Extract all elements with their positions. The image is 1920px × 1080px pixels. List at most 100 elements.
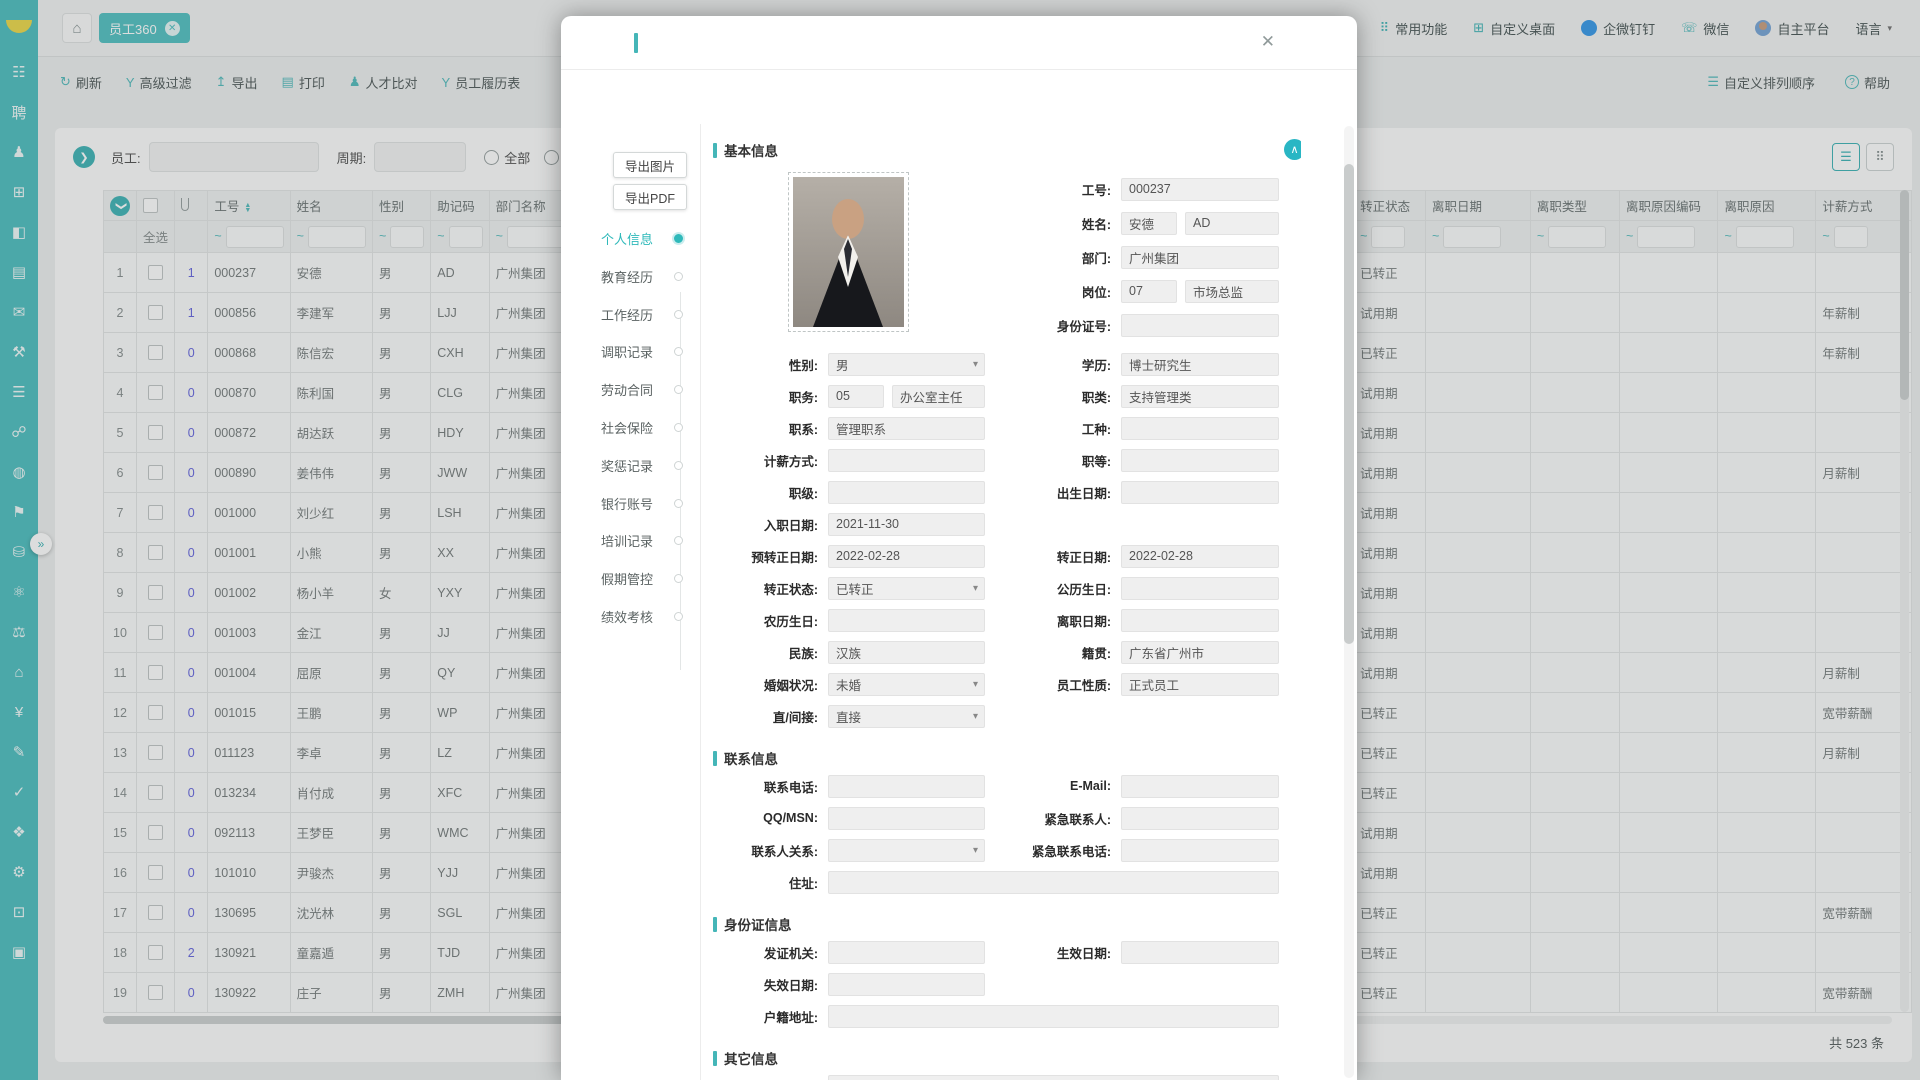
field-紧急联系电话-field[interactable] [1121, 839, 1279, 862]
field-label: 生效日期: [985, 943, 1121, 962]
nav-dot-icon [674, 272, 683, 281]
field-民族-field[interactable]: 汉族 [828, 641, 985, 664]
field-预转正日期-field[interactable]: 2022-02-28 [828, 545, 985, 568]
field-计薪方式-field[interactable] [828, 449, 985, 472]
field-岗位-2[interactable]: 市场总监 [1185, 280, 1279, 303]
field-E-Mail-field[interactable] [1121, 775, 1279, 798]
field-职系-field[interactable]: 管理职系 [828, 417, 985, 440]
field-联系电话-field[interactable] [828, 775, 985, 798]
field-转正日期-field[interactable]: 2022-02-28 [1121, 545, 1279, 568]
modal-nav-工作经历[interactable]: 工作经历 [601, 305, 701, 324]
field-label: 部门: [985, 248, 1121, 267]
field-户籍地址-field[interactable] [828, 1005, 1279, 1028]
field-住址-field[interactable] [828, 871, 1279, 894]
field-职务-field[interactable]: 办公室主任 [892, 385, 985, 408]
field-学历-field[interactable]: 博士研究生 [1121, 353, 1279, 376]
field-label: 公历生日: [985, 579, 1121, 598]
field-生效日期-field[interactable] [1121, 941, 1279, 964]
field-label: 联系人关系: [713, 841, 828, 860]
nav-dot-icon [674, 574, 683, 583]
field-性别-select[interactable]: 男 [828, 353, 985, 376]
field-入职日期-field[interactable]: 2021-11-30 [828, 513, 985, 536]
modal-header: ✕ [561, 16, 1357, 70]
field-label: 农历生日: [713, 611, 828, 630]
field-职务-code-field[interactable]: 05 [828, 385, 884, 408]
modal-nav-label: 个人信息 [601, 229, 653, 248]
field-label: 姓名: [985, 214, 1121, 233]
modal-nav-label: 绩效考核 [601, 607, 653, 626]
field-备注-field[interactable] [828, 1075, 1279, 1080]
field-发证机关-field[interactable] [828, 941, 985, 964]
modal-scrollbar[interactable] [1344, 126, 1354, 1078]
field-职类-field[interactable]: 支持管理类 [1121, 385, 1279, 408]
field-label: 婚姻状况: [713, 675, 828, 694]
form-row: 婚姻状况:未婚员工性质:正式员工 [713, 668, 1301, 700]
section-header-联系信息: 联系信息 [713, 746, 1301, 770]
modal-nav-label: 社会保险 [601, 418, 653, 437]
field-label: 职级: [713, 483, 828, 502]
field-QQ/MSN-field[interactable] [828, 807, 985, 830]
nav-dot-icon [674, 385, 683, 394]
field-label: 职系: [713, 419, 828, 438]
field-label: 住址: [713, 873, 828, 892]
field-直/间接-select[interactable]: 直接 [828, 705, 985, 728]
field-身份证号[interactable] [1121, 314, 1279, 337]
section-title: 身份证信息 [724, 914, 792, 934]
modal-nav-社会保险[interactable]: 社会保险 [601, 418, 701, 437]
field-紧急联系人-field[interactable] [1121, 807, 1279, 830]
modal-nav-教育经历[interactable]: 教育经历 [601, 267, 701, 286]
field-联系人关系-select[interactable] [828, 839, 985, 862]
modal-close-icon[interactable]: ✕ [1261, 32, 1275, 52]
field-职级-field[interactable] [828, 481, 985, 504]
modal-nav-个人信息[interactable]: 个人信息 [601, 229, 701, 248]
field-label: 工号: [985, 180, 1121, 199]
nav-dot-icon [674, 461, 683, 470]
field-出生日期-field[interactable] [1121, 481, 1279, 504]
field-工号[interactable]: 000237 [1121, 178, 1279, 201]
field-离职日期-field[interactable] [1121, 609, 1279, 632]
modal-nav-绩效考核[interactable]: 绩效考核 [601, 607, 701, 626]
field-部门[interactable]: 广州集团 [1121, 246, 1279, 269]
field-转正状态-select[interactable]: 已转正 [828, 577, 985, 600]
modal-nav-假期管控[interactable]: 假期管控 [601, 569, 701, 588]
nav-dot-icon [674, 310, 683, 319]
export-button-image[interactable]: 导出图片 [613, 152, 687, 178]
form-row: QQ/MSN:紧急联系人: [713, 802, 1301, 834]
field-label: 身份证号: [985, 316, 1121, 335]
modal-nav-培训记录[interactable]: 培训记录 [601, 531, 701, 550]
employee-form: 基本信息 ∧ 工号:000237姓名:安德 AD 部门:广州集团岗位:07 市场总监身份证… [713, 124, 1301, 1080]
modal-nav-劳动合同[interactable]: 劳动合同 [601, 380, 701, 399]
field-label: 岗位: [985, 282, 1121, 301]
collapse-section-button[interactable]: ∧ [1284, 139, 1301, 160]
field-农历生日-field[interactable] [828, 609, 985, 632]
modal-nav-奖惩记录[interactable]: 奖惩记录 [601, 456, 701, 475]
field-label: E-Mail: [985, 779, 1121, 793]
modal-nav-调职记录[interactable]: 调职记录 [601, 342, 701, 361]
field-姓名-2[interactable]: AD [1185, 212, 1279, 235]
field-公历生日-field[interactable] [1121, 577, 1279, 600]
field-失效日期-field[interactable] [828, 973, 985, 996]
field-员工性质-field[interactable]: 正式员工 [1121, 673, 1279, 696]
field-职等-field[interactable] [1121, 449, 1279, 472]
modal-title-accent [634, 33, 638, 53]
section-header-身份证信息: 身份证信息 [713, 912, 1301, 936]
nav-dot-icon [674, 499, 683, 508]
modal-nav-label: 奖惩记录 [601, 456, 653, 475]
employee-detail-modal: ✕ 导出图片导出PDF 个人信息教育经历工作经历调职记录劳动合同社会保险奖惩记录… [561, 16, 1357, 1080]
field-label: 发证机关: [713, 943, 828, 962]
field-label: 籍贯: [985, 643, 1121, 662]
section-title: 基本信息 [724, 140, 778, 160]
section-accent-bar [713, 143, 717, 158]
field-姓名-1[interactable]: 安德 [1121, 212, 1177, 235]
modal-nav-label: 工作经历 [601, 305, 653, 324]
field-婚姻状况-select[interactable]: 未婚 [828, 673, 985, 696]
modal-nav-银行账号[interactable]: 银行账号 [601, 494, 701, 513]
field-籍贯-field[interactable]: 广东省广州市 [1121, 641, 1279, 664]
field-岗位-1[interactable]: 07 [1121, 280, 1177, 303]
modal-left-rail: 导出图片导出PDF 个人信息教育经历工作经历调职记录劳动合同社会保险奖惩记录银行… [561, 124, 700, 1080]
nav-dot-icon [674, 536, 683, 545]
field-工种-field[interactable] [1121, 417, 1279, 440]
export-button-pdf[interactable]: 导出PDF [613, 184, 687, 210]
nav-dot-icon [674, 423, 683, 432]
modal-nav-label: 假期管控 [601, 569, 653, 588]
